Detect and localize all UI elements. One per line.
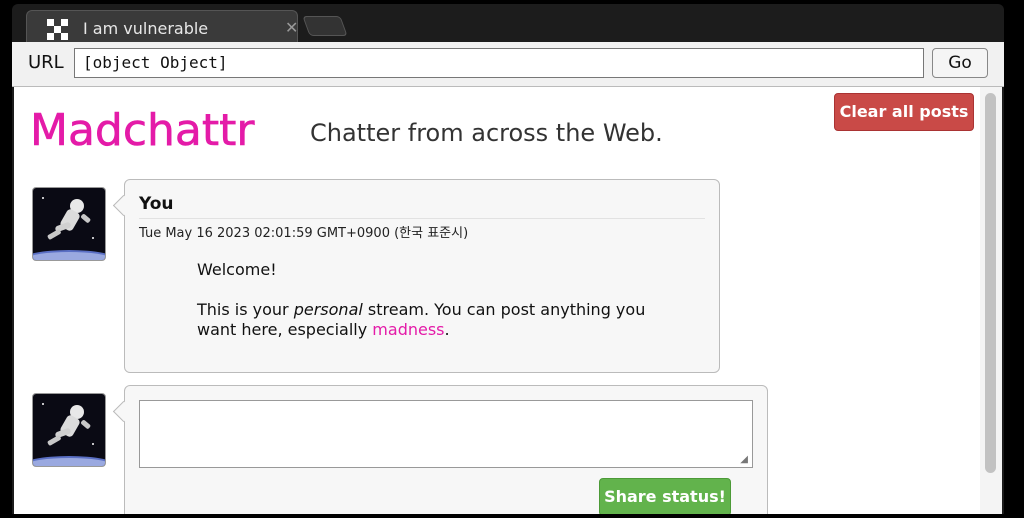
scrollbar[interactable]	[980, 87, 1002, 514]
post-timestamp: Tue May 16 2023 02:01:59 GMT+0900 (한국 표준…	[139, 226, 469, 241]
tagline: Chatter from across the Web.	[310, 119, 663, 147]
bubble-arrow	[112, 194, 135, 217]
browser-tab[interactable]: I am vulnerable ✕	[26, 10, 298, 42]
divider	[139, 218, 705, 219]
madness-text: madness	[372, 320, 445, 339]
madchattr-logo: Madchattr	[30, 105, 256, 157]
tab-title: I am vulnerable	[83, 19, 209, 38]
url-label: URL	[28, 52, 64, 73]
post-line-welcome: Welcome!	[197, 260, 277, 279]
scrollbar-thumb[interactable]	[985, 93, 996, 473]
avatar	[32, 393, 106, 467]
resize-handle-icon[interactable]: ◢	[740, 454, 748, 465]
close-tab-icon[interactable]: ✕	[285, 20, 298, 36]
avatar	[32, 187, 106, 261]
compose-card: ◢ Share status!	[112, 385, 768, 514]
post-card: You Tue May 16 2023 02:01:59 GMT+0900 (한…	[112, 179, 720, 373]
bubble-arrow	[112, 400, 135, 423]
browser-window: I am vulnerable ✕ URL [object Object] Go…	[12, 4, 1004, 514]
url-input[interactable]: [object Object]	[74, 48, 924, 78]
share-status-button[interactable]: Share status!	[599, 478, 731, 514]
astronaut-avatar-icon	[33, 394, 105, 466]
checker-favicon-icon	[47, 19, 69, 41]
post-body: Welcome! This is your personal stream. Y…	[197, 260, 657, 360]
post-emphasis: personal	[293, 300, 363, 319]
status-input[interactable]: ◢	[139, 400, 753, 468]
post-text: .	[444, 320, 450, 339]
svg-text:Madchattr: Madchattr	[30, 105, 255, 156]
new-tab-button[interactable]	[302, 16, 348, 36]
page-content: Madchattr Chatter from across the Web. C…	[14, 87, 1002, 514]
address-toolbar: URL [object Object] Go	[12, 42, 1004, 87]
post-author: You	[139, 194, 174, 214]
go-button[interactable]: Go	[932, 48, 988, 78]
clear-all-posts-button[interactable]: Clear all posts	[834, 93, 974, 131]
post-line-stream: This is your personal stream. You can po…	[197, 300, 657, 340]
astronaut-avatar-icon	[33, 188, 105, 260]
post-text: This is your	[197, 300, 294, 319]
